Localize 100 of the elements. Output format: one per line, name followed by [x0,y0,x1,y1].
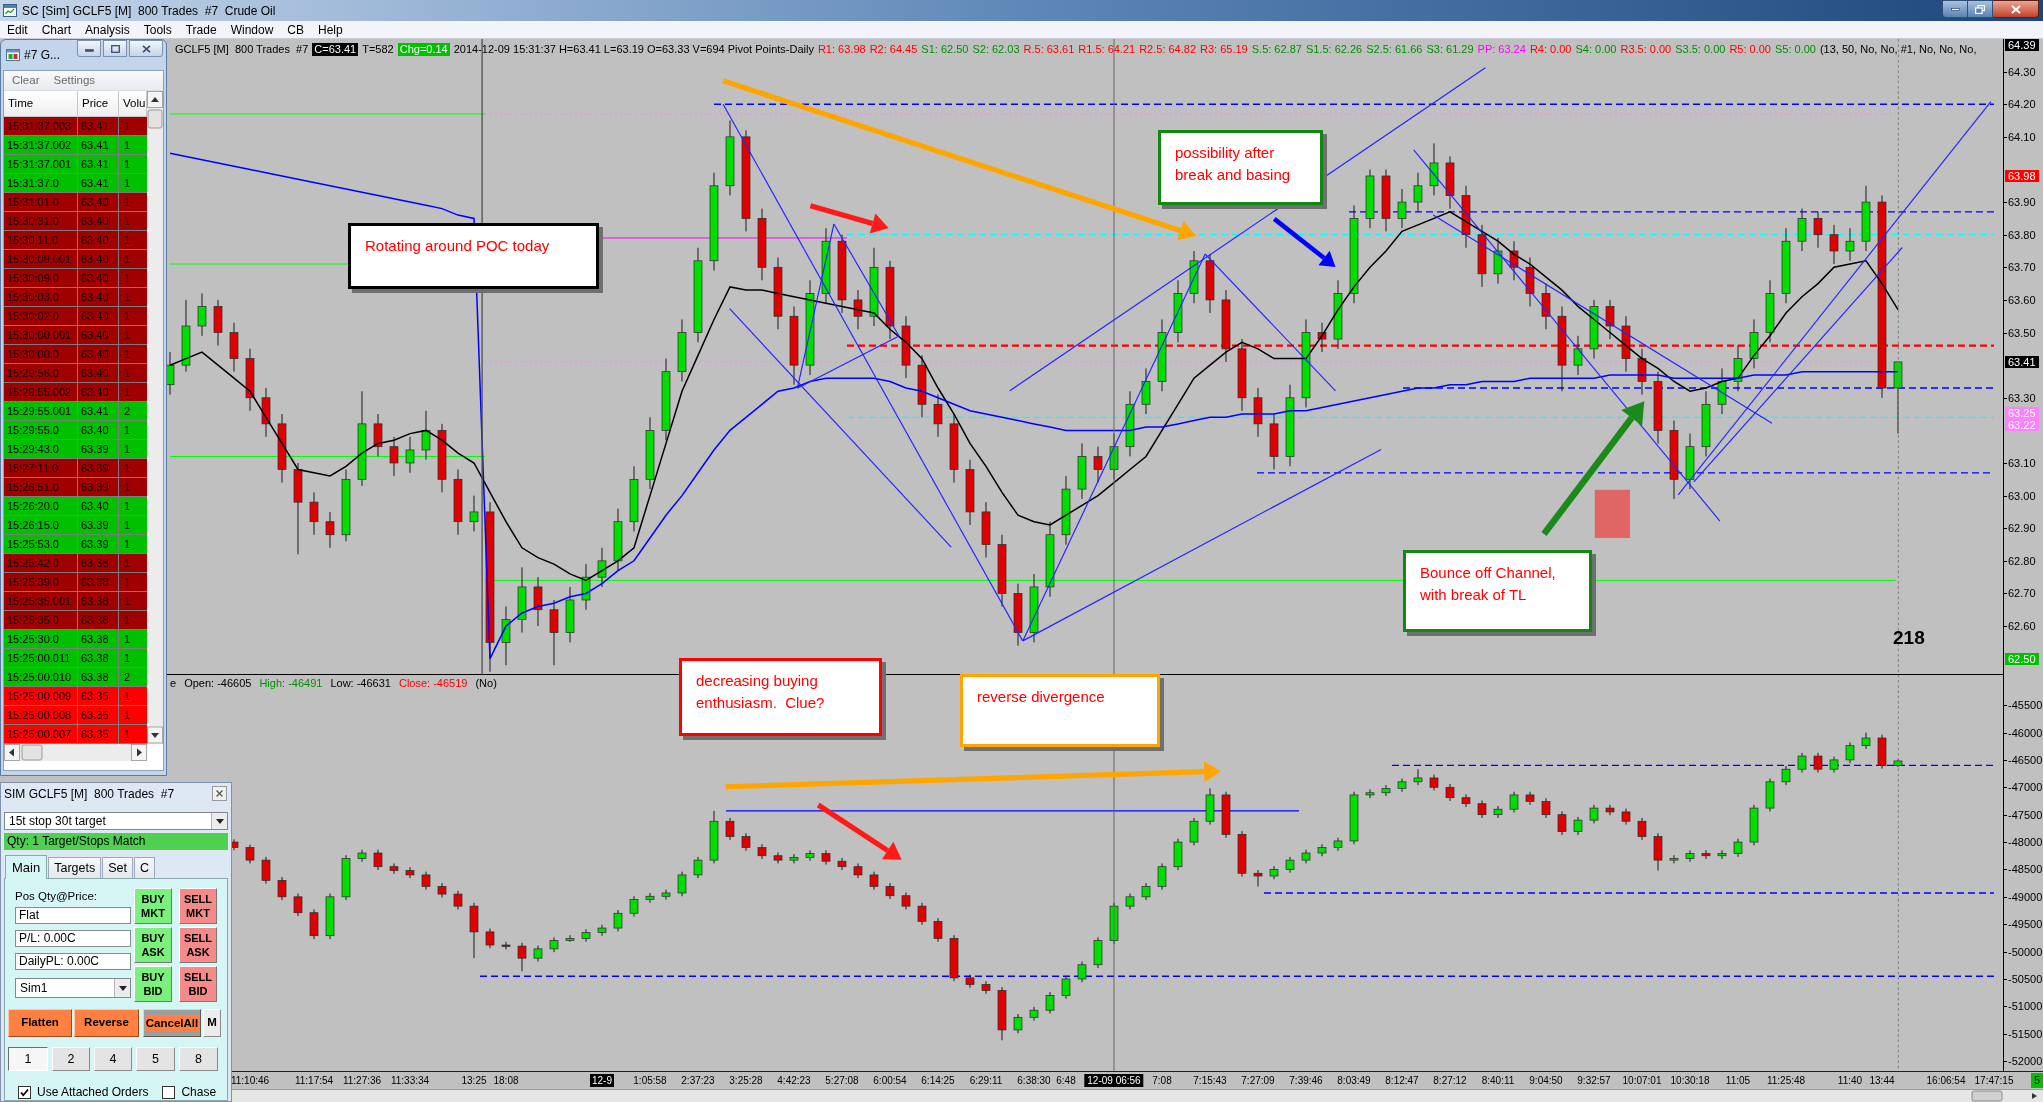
close-button[interactable] [1993,0,2039,18]
candle [613,508,623,572]
vertical-scrollbar[interactable] [147,91,163,744]
restore-button[interactable] [1968,0,1993,18]
axis-label: -46000 [2008,727,2043,739]
quantity-button[interactable]: 1 [8,1047,48,1071]
sell-button[interactable]: SELL MKT [179,888,217,924]
candle [1845,227,1855,262]
buy-button[interactable]: BUY MKT [134,888,172,924]
time-label: 9:04:50 [1529,1074,1563,1087]
maximize-button[interactable] [103,40,127,57]
candle [1029,573,1039,643]
input-field[interactable]: Flat [15,907,131,924]
account-dropdown[interactable]: Sim1 [15,978,131,998]
menu-item[interactable]: Help [311,21,350,38]
quantity-button[interactable]: 2 [52,1047,90,1071]
candle [517,566,527,634]
candle [1765,279,1775,343]
quantity-button[interactable]: 5 [136,1047,175,1071]
time-label: 6:38:30 [1017,1074,1051,1087]
axis-label: -49000 [2008,891,2043,903]
candle [965,459,975,526]
checkbox[interactable] [162,1085,176,1099]
candle [1637,348,1647,395]
buy-button[interactable]: BUY ASK [134,927,172,963]
minimize-button[interactable] [77,40,101,57]
candle [1509,240,1519,281]
menu-item[interactable]: CB [280,21,311,38]
time-label: 13:25 [461,1074,487,1087]
axis-label: -48500 [2008,863,2043,875]
candle [469,495,479,532]
candle [1701,390,1711,457]
quantity-button[interactable]: 8 [179,1047,218,1071]
candle [1557,810,1567,836]
close-button[interactable] [212,786,227,801]
close-button[interactable] [129,40,163,57]
menu-item[interactable]: Window [223,21,281,38]
menu-item[interactable]: Settings [53,71,96,90]
menu-item[interactable]: Edit [0,21,35,38]
candle [1285,856,1295,874]
action-button[interactable]: Flatten [8,1009,72,1037]
close-icon [216,790,223,797]
candle [1253,869,1263,887]
menu-item[interactable]: Chart [34,21,79,38]
candle [1381,784,1391,797]
menu-item[interactable]: Analysis [78,21,137,38]
time-label: 8:40:11 [1481,1074,1515,1087]
candle [389,436,399,477]
candle [1717,849,1727,860]
candle [325,511,335,549]
price-tag: 63.41 [2005,356,2039,368]
tab[interactable]: Set [102,857,133,878]
action-button[interactable]: M [203,1009,221,1037]
sell-button[interactable]: SELL BID [179,966,217,1002]
candle [437,882,447,898]
candle [709,810,719,864]
tab[interactable]: Main [5,855,48,879]
cancel-all-button[interactable]: CancelAll [143,1009,201,1037]
sell-button[interactable]: SELL ASK [179,927,217,963]
menu-item[interactable]: Clear [12,71,40,90]
candle [1333,279,1343,350]
strategy-dropdown[interactable]: 15t stop 30t target [4,812,228,830]
quantity-button[interactable]: 4 [94,1047,132,1071]
input-field[interactable]: DailyPL: 0.00C [15,953,131,970]
axis-label: 63.00 [2008,490,2036,502]
candle [1733,838,1743,858]
candle [677,319,687,382]
time-label: 18:08 [493,1074,519,1087]
input-field[interactable]: P/L: 0.00C [15,930,131,947]
tab[interactable]: C [133,857,155,878]
buy-button[interactable]: BUY BID [134,966,172,1002]
time-label: 13:44 [1869,1074,1895,1087]
candle [901,891,911,910]
candle [1445,783,1455,802]
axis-label: -47500 [2008,809,2043,821]
horizontal-scrollbar[interactable] [4,744,147,761]
axis-label: 64.20 [2008,98,2036,110]
study-value: Close: -46519 [398,677,468,690]
candle [629,465,639,532]
minimize-icon [1950,7,1960,11]
candle [1893,758,1903,768]
candle [1685,849,1695,863]
checkbox[interactable] [18,1085,31,1099]
axis-label: -52000 [2008,1055,2043,1067]
action-button[interactable]: Reverse [74,1009,139,1037]
axis-label: 63.30 [2008,392,2036,404]
minimize-button[interactable] [1942,0,1968,18]
tab[interactable]: Targets [48,857,102,878]
header-text: R1: 63.98 [817,43,866,56]
candle [1157,862,1167,891]
menu-item[interactable]: Tools [136,21,179,38]
candle [357,849,367,863]
header-text: GCLF5 [M] 800 Trades #7 [175,43,309,56]
candle [1749,319,1759,369]
candle [565,586,575,643]
value-tag: C=63.41 [312,43,359,56]
candle [725,817,735,841]
candle [373,849,383,871]
candle [1765,778,1775,812]
menu-item[interactable]: Trade [178,21,224,38]
